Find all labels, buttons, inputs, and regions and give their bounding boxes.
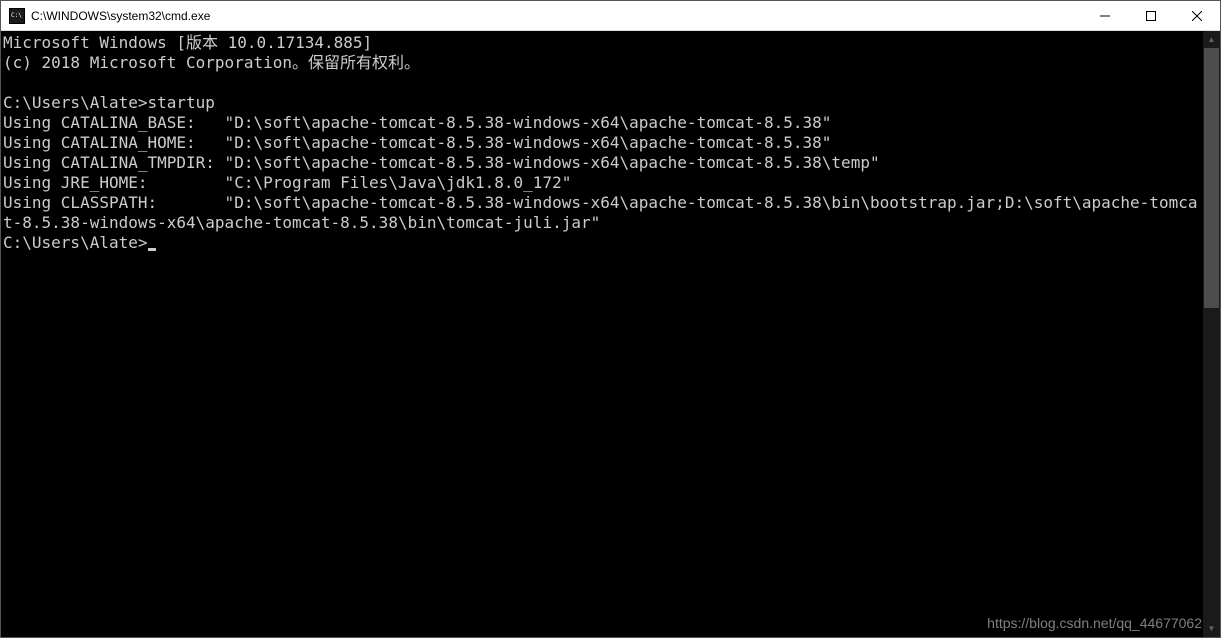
cmd-window: C:\ C:\WINDOWS\system32\cmd.exe Microsof… — [0, 0, 1221, 638]
window-controls — [1082, 1, 1220, 30]
output-line: Using CATALINA_TMPDIR: "D:\soft\apache-t… — [3, 153, 880, 172]
vertical-scrollbar[interactable]: ▲ ▼ — [1203, 31, 1220, 637]
window-title: C:\WINDOWS\system32\cmd.exe — [31, 9, 1082, 23]
cursor — [148, 248, 156, 251]
terminal-area[interactable]: Microsoft Windows [版本 10.0.17134.885] (c… — [1, 31, 1220, 637]
close-button[interactable] — [1174, 1, 1220, 30]
output-line: Microsoft Windows [版本 10.0.17134.885] — [3, 33, 372, 52]
output-line: C:\Users\Alate>startup — [3, 93, 215, 112]
terminal-output[interactable]: Microsoft Windows [版本 10.0.17134.885] (c… — [1, 31, 1203, 637]
scroll-down-icon[interactable]: ▼ — [1203, 620, 1220, 637]
output-line: Using CATALINA_HOME: "D:\soft\apache-tom… — [3, 133, 831, 152]
output-line: Using CLASSPATH: "D:\soft\apache-tomcat-… — [3, 193, 1197, 232]
maximize-button[interactable] — [1128, 1, 1174, 30]
scroll-up-icon[interactable]: ▲ — [1203, 31, 1220, 48]
output-line: Using CATALINA_BASE: "D:\soft\apache-tom… — [3, 113, 831, 132]
output-line: (c) 2018 Microsoft Corporation。保留所有权利。 — [3, 53, 420, 72]
titlebar[interactable]: C:\ C:\WINDOWS\system32\cmd.exe — [1, 1, 1220, 31]
prompt: C:\Users\Alate> — [3, 233, 148, 252]
output-line: Using JRE_HOME: "C:\Program Files\Java\j… — [3, 173, 571, 192]
minimize-button[interactable] — [1082, 1, 1128, 30]
svg-text:C:\: C:\ — [11, 12, 22, 19]
scrollbar-thumb[interactable] — [1204, 48, 1219, 308]
cmd-icon: C:\ — [9, 8, 25, 24]
watermark-text: https://blog.csdn.net/qq_44677062 — [987, 615, 1202, 631]
